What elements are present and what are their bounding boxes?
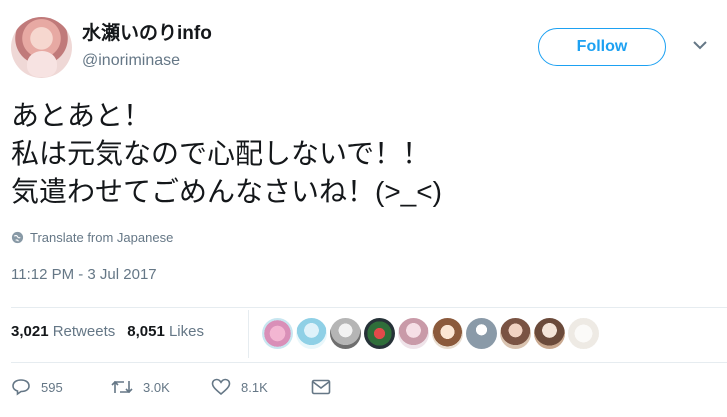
tweet-stats: 3,021 Retweets 8,051 Likes (11, 323, 204, 340)
liker-avatar[interactable] (568, 318, 599, 349)
liker-avatar[interactable] (364, 318, 395, 349)
like-count: 8.1K (241, 379, 268, 395)
timestamp[interactable]: 11:12 PM - 3 Jul 2017 (11, 266, 157, 283)
liker-avatar[interactable] (398, 318, 429, 349)
liker-avatars (262, 318, 599, 349)
likes-stat[interactable]: 8,051 Likes (127, 323, 204, 340)
divider (11, 362, 727, 363)
envelope-icon[interactable] (311, 379, 331, 395)
tweet-line: あとあと！ (11, 100, 152, 131)
liker-avatar[interactable] (466, 318, 497, 349)
reply-icon[interactable] (11, 378, 31, 396)
translate-link[interactable]: Translate from Japanese (11, 230, 173, 245)
likes-label: Likes (168, 323, 204, 340)
liker-avatar[interactable] (262, 318, 293, 349)
retweet-count: 3.0K (143, 379, 170, 395)
follow-button[interactable]: Follow (538, 28, 666, 66)
chevron-down-icon[interactable] (693, 40, 707, 50)
liker-avatar[interactable] (296, 318, 327, 349)
tweet-line: 気遣わせてごめんなさいね！(>_<) (11, 176, 442, 207)
stats-separator (248, 310, 249, 358)
liker-avatar[interactable] (534, 318, 565, 349)
like-action[interactable]: 8.1K (211, 378, 311, 396)
liker-avatar[interactable] (500, 318, 531, 349)
globe-icon (11, 231, 24, 244)
reply-count: 595 (41, 379, 63, 395)
retweets-label: Retweets (52, 323, 116, 340)
message-action[interactable] (311, 379, 411, 395)
avatar[interactable] (11, 17, 72, 78)
liker-avatar[interactable] (432, 318, 463, 349)
heart-icon[interactable] (211, 378, 231, 396)
display-name[interactable]: 水瀬いのりinfo (82, 22, 212, 46)
retweets-count: 3,021 (11, 323, 49, 340)
tweet-card: 水瀬いのりinfo @inoriminase Follow あとあと！ 私は元気… (0, 0, 727, 417)
translate-label[interactable]: Translate from Japanese (30, 230, 173, 245)
retweets-stat[interactable]: 3,021 Retweets (11, 323, 115, 340)
likes-count: 8,051 (127, 323, 165, 340)
tweet-text: あとあと！ 私は元気なので心配しないで！！ 気遣わせてごめんなさいね！(>_<) (11, 97, 442, 211)
retweet-action[interactable]: 3.0K (111, 379, 211, 395)
divider (11, 307, 727, 308)
tweet-line: 私は元気なので心配しないで！！ (11, 138, 431, 169)
liker-avatar[interactable] (330, 318, 361, 349)
tweet-actions: 595 3.0K 8.1K (11, 378, 411, 396)
retweet-icon[interactable] (111, 379, 133, 395)
reply-action[interactable]: 595 (11, 378, 111, 396)
user-handle[interactable]: @inoriminase (82, 51, 180, 71)
